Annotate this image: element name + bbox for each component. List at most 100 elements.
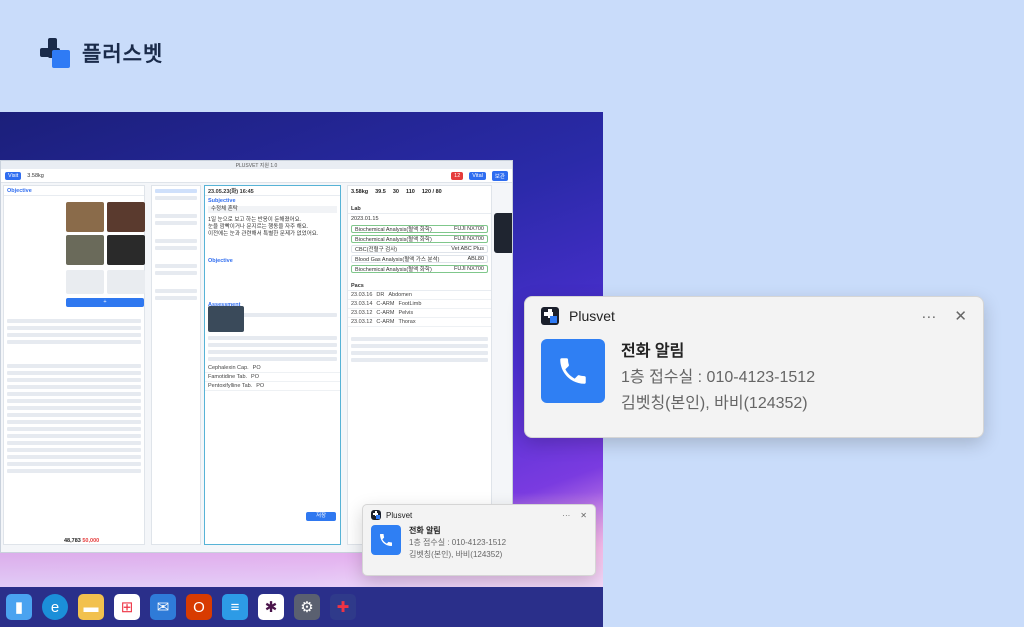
mail-icon[interactable]: ✉ <box>150 594 176 620</box>
history-item[interactable] <box>155 214 197 218</box>
plusvet-icon[interactable]: ✚ <box>330 594 356 620</box>
history-pane <box>151 185 201 545</box>
rx-route: PO <box>256 383 265 389</box>
edge-icon[interactable]: e <box>42 594 68 620</box>
lab-item-code: FUJI NX700 <box>454 226 484 232</box>
patient-chip[interactable]: Visit <box>5 171 22 180</box>
desktop: PLUSVET 지원 1.0 Visit 3.58kg 12 Vital 보관 … <box>0 112 603 627</box>
plusvet-app-icon <box>371 510 381 520</box>
pacs-row[interactable]: 23.03.16 DR Abdomen <box>348 291 491 300</box>
subjective-heading: Subjective <box>208 198 236 204</box>
files-icon[interactable]: ▬ <box>78 594 104 620</box>
save-chip[interactable]: 보관 <box>491 170 508 181</box>
objective-label: Objective <box>7 187 32 194</box>
subjective-note: 수정체 혼탁 <box>208 206 337 213</box>
office-icon[interactable]: O <box>186 594 212 620</box>
more-icon[interactable]: ··· <box>562 511 570 520</box>
pacs-date: 23.03.12 <box>351 319 373 325</box>
toast-small-app-name: Plusvet <box>386 510 413 520</box>
table-line <box>7 371 141 375</box>
history-item[interactable] <box>155 239 197 243</box>
invoice-line <box>351 344 488 348</box>
lab-item-name: Biochemical Analysis(혈액 화학) <box>355 237 432 243</box>
close-icon[interactable]: ✕ <box>580 511 587 520</box>
close-icon[interactable]: ✕ <box>954 307 967 325</box>
toast-large-line-1: 1층 접수실 : 010-4123-1512 <box>621 369 816 386</box>
app-title-bar: PLUSVET 지원 1.0 <box>1 161 512 169</box>
slack-icon[interactable]: ✱ <box>258 594 284 620</box>
lab-item-name: Biochemical Analysis(혈액 화학) <box>355 227 432 233</box>
rx-row[interactable]: Famotidine Tab. PO <box>205 373 340 382</box>
widgets-icon[interactable]: ▮ <box>6 594 32 620</box>
photo-thumb-3[interactable] <box>66 235 104 265</box>
plan-line <box>208 336 337 340</box>
subjective-line-2: 눈을 깜빡이거나 문지르는 행동을 자주 해요. <box>208 224 309 230</box>
left-pane-header: Objective <box>4 186 144 196</box>
history-item[interactable] <box>155 246 197 250</box>
plan-line <box>208 343 337 347</box>
lab-heading: Lab <box>348 204 491 214</box>
lab-item[interactable]: Blood Gas Analysis(혈액 가스 분석) ABL80 <box>351 255 488 263</box>
table-line <box>7 406 141 410</box>
table-line <box>7 392 141 396</box>
history-item[interactable] <box>155 271 197 275</box>
lab-item[interactable]: Biochemical Analysis(혈액 화학) FUJI NX700 <box>351 235 488 243</box>
toast-large-body: 전화 알림 1층 접수실 : 010-4123-1512 김벳칭(본인), 바비… <box>525 325 983 431</box>
toast-large[interactable]: Plusvet ··· ✕ 전화 알림 1층 접수실 : 010-4123-15… <box>524 296 984 438</box>
more-icon[interactable]: ··· <box>921 308 936 325</box>
eye-photo[interactable] <box>208 306 244 332</box>
pacs-mod: C-ARM <box>376 301 395 307</box>
store-icon[interactable]: ⊞ <box>114 594 140 620</box>
table-line <box>7 399 141 403</box>
right-pane: 3.58kg 39.5 30 110 120 / 80 Lab 2023.01.… <box>347 185 492 545</box>
total-amount: 48,783 50,000 <box>64 538 99 544</box>
invoice-line <box>351 351 488 355</box>
lab-item[interactable]: Biochemical Analysis(혈액 화학) FUJI NX700 <box>351 225 488 233</box>
table-line <box>7 441 141 445</box>
vital-temp: 39.5 <box>375 189 386 195</box>
history-item[interactable] <box>155 296 197 300</box>
alert-chip[interactable]: 12 <box>451 171 464 180</box>
lab-item[interactable]: CBC(전혈구 검사) Vet ABC Plus <box>351 245 488 253</box>
history-item[interactable] <box>155 264 197 268</box>
toast-small[interactable]: Plusvet ··· ✕ 전화 알림 1층 접수실 : 010-4123-15… <box>362 504 596 576</box>
table-line <box>7 469 141 473</box>
history-item[interactable] <box>155 189 197 193</box>
pacs-mod: DR <box>376 292 385 298</box>
pacs-row[interactable]: 23.03.12 C-ARM Thorax <box>348 318 491 327</box>
add-photo-button[interactable]: + <box>66 298 144 307</box>
photo-thumb-4[interactable] <box>107 235 145 265</box>
pacs-date: 23.03.12 <box>351 310 373 316</box>
rx-name: Cephalexin Cap. <box>208 365 249 371</box>
history-item[interactable] <box>155 196 197 200</box>
toast-small-title: 전화 알림 <box>409 526 441 535</box>
lab-item[interactable]: Biochemical Analysis(혈액 화학) FUJI NX700 <box>351 265 488 273</box>
soap-date: 23.05.23(화) 16:45 <box>205 186 340 196</box>
lab-item-code: FUJI NX700 <box>454 236 484 242</box>
photo-thumb-2[interactable] <box>107 202 145 232</box>
notepad-icon[interactable]: ≡ <box>222 594 248 620</box>
save-button[interactable]: 저장 <box>306 512 336 521</box>
history-item[interactable] <box>155 289 197 293</box>
photo-slot-1[interactable] <box>66 270 104 294</box>
form-line <box>7 340 141 344</box>
table-line <box>7 420 141 424</box>
subjective-line-3: 이전에는 눈과 관련해서 특별한 문제가 없었어요. <box>208 231 319 237</box>
pacs-row[interactable]: 23.03.12 C-ARM Pelvis <box>348 309 491 318</box>
left-pane: Objective + 48,783 50,000 <box>3 185 145 545</box>
history-item[interactable] <box>155 221 197 225</box>
lab-item-name: CBC(전혈구 검사) <box>355 247 398 253</box>
rx-route: PO <box>251 374 259 380</box>
settings-icon[interactable]: ⚙ <box>294 594 320 620</box>
photo-slot-2[interactable] <box>107 270 145 294</box>
patient-bar: Visit 3.58kg 12 Vital 보관 <box>1 169 512 183</box>
rx-row[interactable]: Cephalexin Cap. PO <box>205 364 340 373</box>
pacs-row[interactable]: 23.03.14 C-ARM FootLimb <box>348 300 491 309</box>
vital-bp: 120 / 80 <box>421 189 442 195</box>
side-panel-handle[interactable] <box>494 213 512 253</box>
table-line <box>7 455 141 459</box>
rx-row[interactable]: Pentoxifylline Tab. PO <box>205 382 340 391</box>
photo-thumb-1[interactable] <box>66 202 104 232</box>
vital-chip[interactable]: Vital <box>469 171 486 180</box>
pacs-part: FootLimb <box>398 301 422 307</box>
